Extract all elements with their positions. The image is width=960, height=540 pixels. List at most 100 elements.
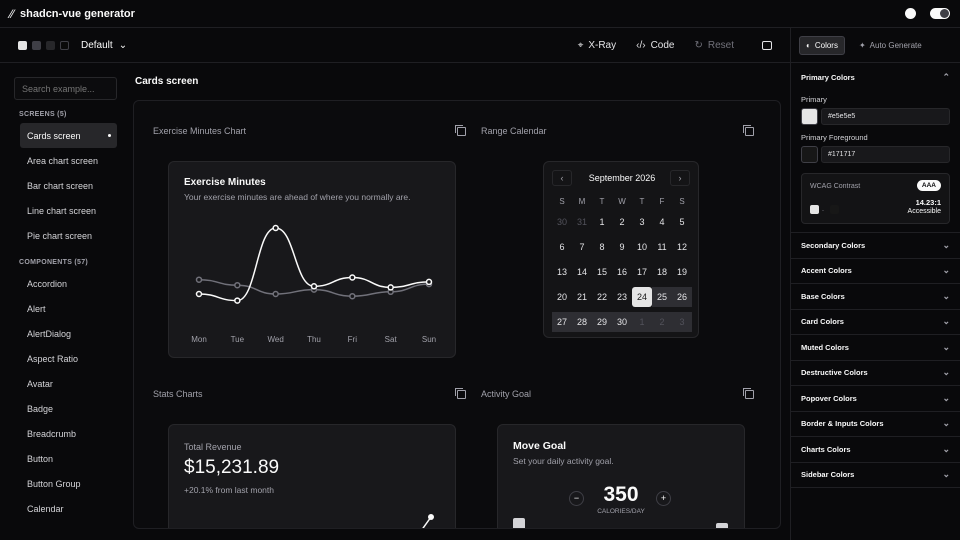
sidebar-item-cards-screen[interactable]: Cards screen — [20, 123, 117, 148]
sidebar-item-accordion[interactable]: Accordion — [14, 271, 111, 296]
tab-auto-label: Auto Generate — [869, 40, 922, 50]
swatch-black[interactable] — [60, 40, 69, 50]
increase-button[interactable]: + — [656, 491, 671, 506]
calendar-day[interactable]: 2 — [612, 212, 632, 232]
sidebar-item-area-chart-screen[interactable]: Area chart screen — [14, 148, 111, 173]
calendar-day[interactable]: 7 — [572, 237, 592, 257]
calendar-day[interactable]: 27 — [552, 312, 572, 332]
sidebar-item-pie-chart-screen[interactable]: Pie chart screen — [14, 223, 111, 248]
calendar-day[interactable]: 24 — [632, 287, 652, 307]
xray-button[interactable]: ⌖ X-Ray — [578, 40, 616, 51]
x-tick-label: Mon — [191, 335, 207, 344]
calendar-day[interactable]: 23 — [612, 287, 632, 307]
weekday-label: S — [679, 197, 685, 206]
calendar-day[interactable]: 20 — [552, 287, 572, 307]
copy-icon[interactable] — [743, 388, 754, 399]
copy-icon[interactable] — [743, 125, 754, 136]
accordion-charts-colors[interactable]: Charts Colors ⌄ — [791, 437, 960, 463]
code-label: Code — [650, 39, 675, 51]
theme-toggle[interactable] — [930, 8, 950, 19]
calendar-day[interactable]: 12 — [672, 237, 692, 257]
accordion-sidebar-colors[interactable]: Sidebar Colors ⌄ — [791, 463, 960, 488]
decrease-button[interactable]: − — [569, 491, 584, 506]
accordion-base-colors[interactable]: Base Colors ⌄ — [791, 284, 960, 310]
calendar-day[interactable]: 3 — [672, 312, 692, 332]
sidebar-item-alert[interactable]: Alert — [14, 296, 111, 321]
accordion-accent-colors[interactable]: Accent Colors ⌄ — [791, 259, 960, 284]
theme-select[interactable]: Default ⌄ — [81, 40, 127, 51]
primary-hex-field[interactable]: #e5e5e5 — [821, 108, 950, 125]
primary-swatch[interactable] — [801, 108, 818, 125]
calendar-day[interactable]: 8 — [592, 237, 612, 257]
copy-icon[interactable] — [455, 388, 466, 399]
calendar-day[interactable]: 15 — [592, 262, 612, 282]
code-button[interactable]: ‹/› Code — [636, 40, 674, 51]
github-icon[interactable] — [905, 8, 916, 19]
goal-bar — [531, 528, 543, 529]
calendar-day[interactable]: 6 — [552, 237, 572, 257]
reset-label: Reset — [707, 39, 734, 51]
reset-button[interactable]: ↻ Reset — [694, 40, 734, 51]
calendar-day[interactable]: 30 — [612, 312, 632, 332]
exercise-block-label: Exercise Minutes Chart — [153, 126, 247, 136]
calendar-day[interactable]: 4 — [652, 212, 672, 232]
tab-auto-generate[interactable]: ✦ Auto Generate — [853, 37, 928, 54]
calendar-day[interactable]: 29 — [592, 312, 612, 332]
calendar-day[interactable]: 25 — [652, 287, 672, 307]
accordion-border-inputs-colors[interactable]: Border & Inputs Colors ⌄ — [791, 412, 960, 437]
calendar-day[interactable]: 17 — [632, 262, 652, 282]
calendar-day[interactable]: 18 — [652, 262, 672, 282]
calendar-day[interactable]: 5 — [672, 212, 692, 232]
next-month-button[interactable]: › — [670, 170, 690, 186]
x-tick-label: Sun — [422, 335, 436, 344]
calendar-day[interactable]: 2 — [652, 312, 672, 332]
calendar-day[interactable]: 1 — [592, 212, 612, 232]
weekday-label: S — [559, 197, 565, 206]
calendar-day[interactable]: 22 — [592, 287, 612, 307]
sidebar-item-alertdialog[interactable]: AlertDialog — [14, 321, 111, 346]
calendar-day[interactable]: 30 — [552, 212, 572, 232]
calendar-day[interactable]: 9 — [612, 237, 632, 257]
tab-colors[interactable]: ◐ Colors — [799, 35, 845, 55]
accordion-popover-colors[interactable]: Popover Colors ⌄ — [791, 386, 960, 412]
wcag-badge: AAA — [916, 180, 941, 191]
calendar-day[interactable]: 14 — [572, 262, 592, 282]
sidebar-item-aspect-ratio[interactable]: Aspect Ratio — [14, 346, 111, 371]
calendar-day[interactable]: 16 — [612, 262, 632, 282]
primary-fg-hex-field[interactable]: #171717 — [821, 146, 950, 163]
sidebar-item-breadcrumb[interactable]: Breadcrumb — [14, 421, 111, 446]
search-input[interactable] — [14, 77, 117, 100]
sidebar-item-button[interactable]: Button — [14, 446, 111, 471]
accordion-muted-colors[interactable]: Muted Colors ⌄ — [791, 335, 960, 361]
sidebar-item-avatar[interactable]: Avatar — [14, 371, 111, 396]
calendar-day[interactable]: 10 — [632, 237, 652, 257]
calendar-day[interactable]: 3 — [632, 212, 652, 232]
accordion-card-colors[interactable]: Card Colors ⌄ — [791, 310, 960, 335]
swatch-dark[interactable] — [46, 40, 55, 50]
sidebar-item-badge[interactable]: Badge — [14, 396, 111, 421]
sidebar-item-line-chart-screen[interactable]: Line chart screen — [14, 198, 111, 223]
panel-toggle-icon[interactable] — [762, 40, 772, 50]
calendar-day[interactable]: 19 — [672, 262, 692, 282]
accordion-destructive-colors[interactable]: Destructive Colors ⌄ — [791, 361, 960, 386]
calendar-day[interactable]: 21 — [572, 287, 592, 307]
chevron-down-icon: ⌄ — [942, 341, 950, 352]
x-tick-label: Wed — [268, 335, 284, 344]
primary-fg-swatch[interactable] — [801, 146, 818, 163]
stats-card: Total Revenue $15,231.89 +20.1% from las… — [168, 424, 456, 528]
calendar-day[interactable]: 11 — [652, 237, 672, 257]
primary-label: Primary — [801, 95, 827, 104]
calendar-day[interactable]: 31 — [572, 212, 592, 232]
accordion-secondary-colors[interactable]: Secondary Colors ⌄ — [791, 233, 960, 259]
sidebar-item-button-group[interactable]: Button Group — [14, 471, 111, 496]
sidebar-item-calendar[interactable]: Calendar — [14, 496, 111, 521]
copy-icon[interactable] — [455, 125, 466, 136]
sidebar-item-bar-chart-screen[interactable]: Bar chart screen — [14, 173, 111, 198]
calendar-day[interactable]: 13 — [552, 262, 572, 282]
primary-colors-header[interactable]: Primary Colors ⌃ — [791, 63, 960, 91]
swatch-light[interactable] — [18, 40, 27, 50]
swatch-gray[interactable] — [32, 40, 41, 50]
calendar-day[interactable]: 28 — [572, 312, 592, 332]
calendar-day[interactable]: 26 — [672, 287, 692, 307]
calendar-day[interactable]: 1 — [632, 312, 652, 332]
